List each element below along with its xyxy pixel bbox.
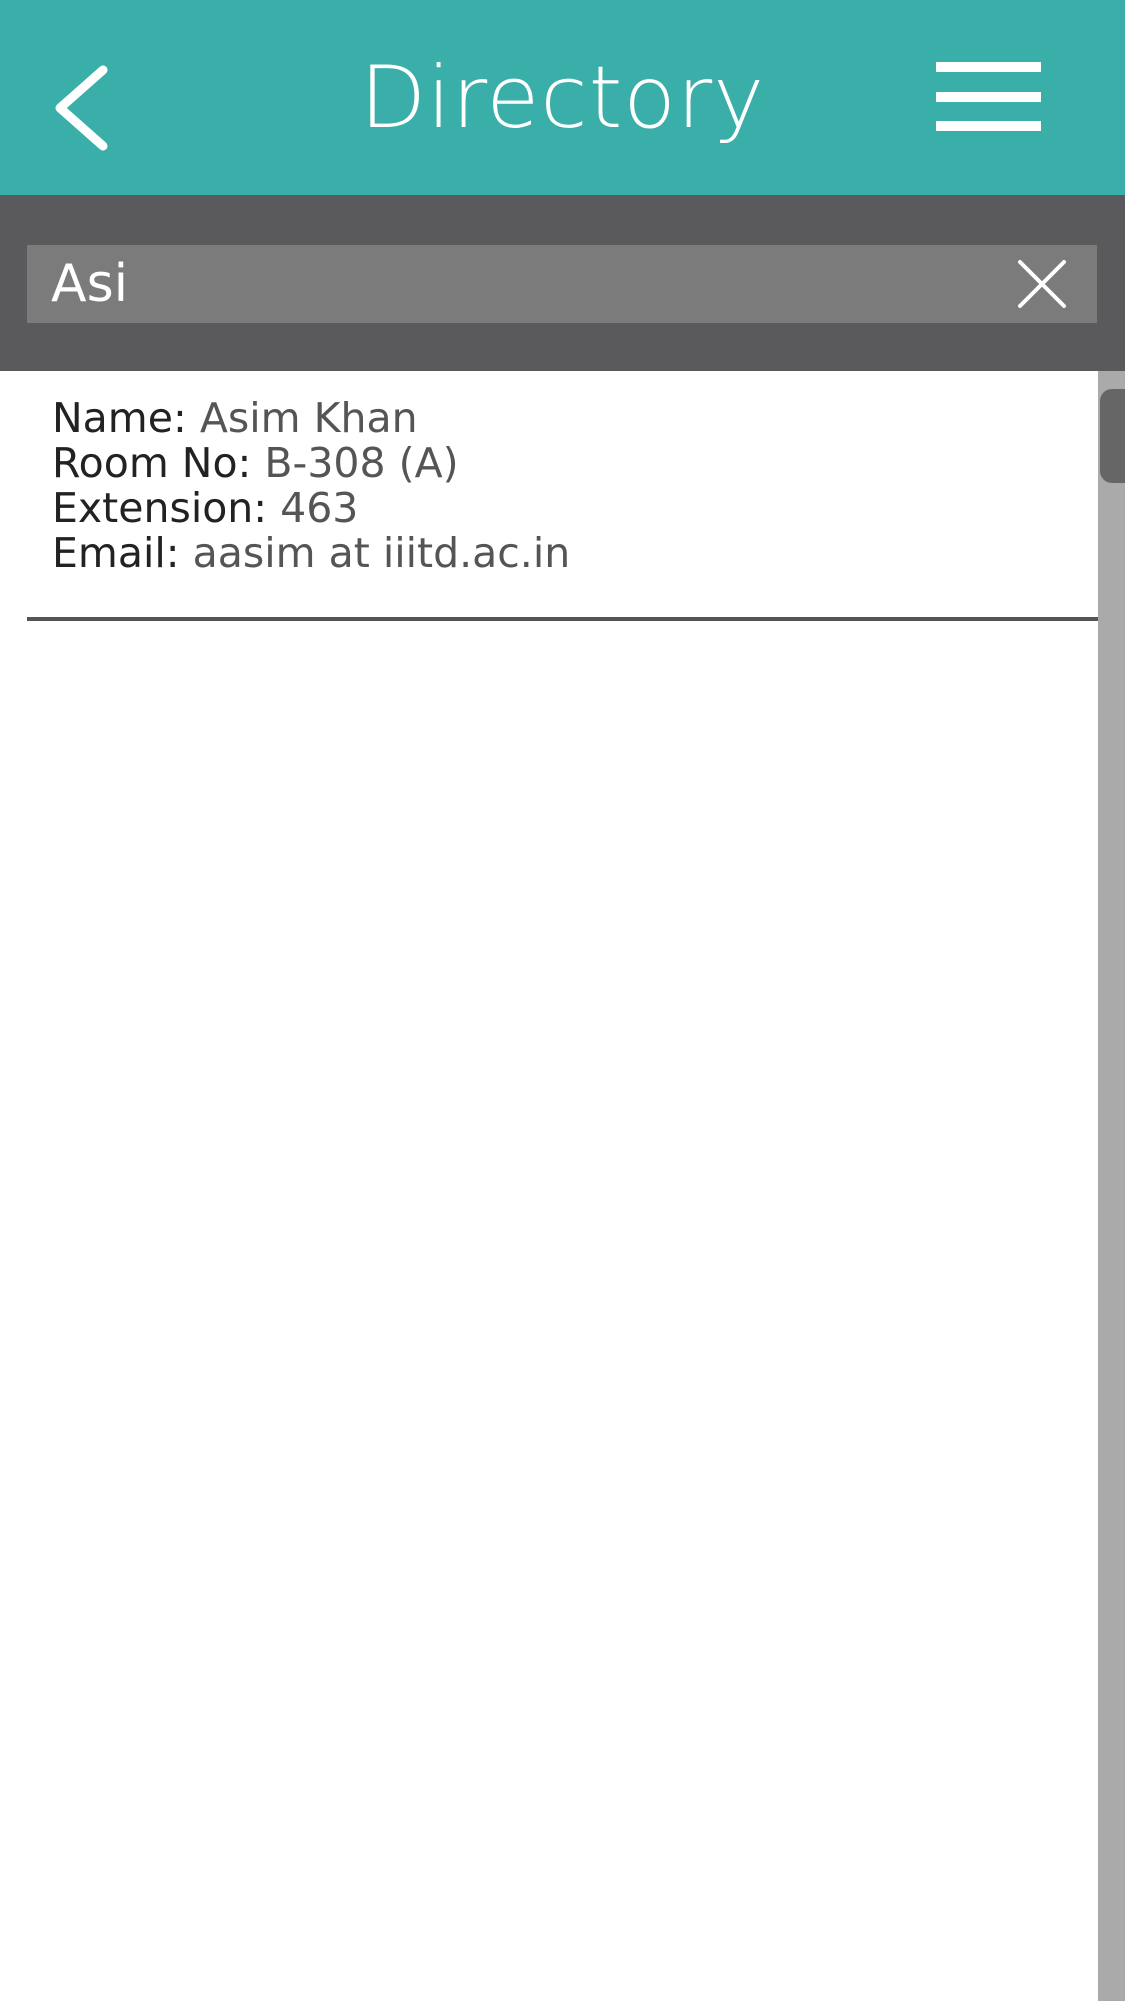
divider	[27, 617, 1098, 621]
room-row: Room No: B-308 (A)	[52, 439, 459, 487]
scrollbar-track[interactable]	[1098, 371, 1125, 2001]
name-value: Asim Khan	[199, 394, 418, 442]
extension-row: Extension: 463	[52, 484, 359, 532]
app-header: Directory	[0, 0, 1125, 195]
email-row: Email: aasim at iiitd.ac.in	[52, 529, 571, 577]
close-icon[interactable]	[1017, 259, 1067, 309]
search-field	[27, 245, 1097, 323]
list-item[interactable]: Name: Asim Khan Room No: B-308 (A) Exten…	[52, 396, 570, 576]
extension-value: 463	[280, 484, 359, 532]
room-value: B-308 (A)	[264, 439, 459, 487]
hamburger-menu-icon[interactable]	[936, 62, 1041, 132]
search-input[interactable]	[51, 245, 991, 323]
scrollbar-thumb[interactable]	[1100, 389, 1125, 483]
email-value: aasim at iiitd.ac.in	[192, 529, 571, 577]
search-bar	[0, 195, 1125, 371]
name-row: Name: Asim Khan	[52, 394, 418, 442]
